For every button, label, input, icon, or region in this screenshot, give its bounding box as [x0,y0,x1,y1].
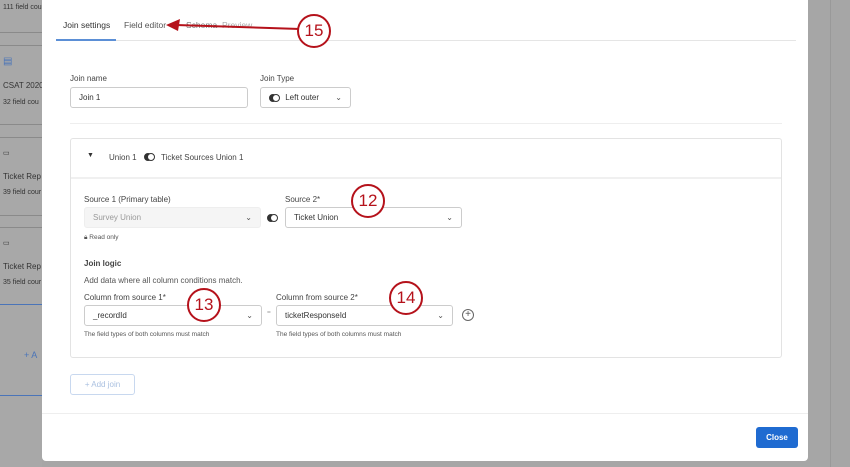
source1-value: Survey Union [93,213,142,222]
join-modal: Join settings Field editor Schema Previe… [42,0,808,461]
bg-add[interactable]: + A [24,350,37,360]
read-only-note: 🔒︎ Read only [84,234,119,241]
chevron-down-icon: ⌄ [246,311,253,320]
equals-sign: = [267,309,271,316]
union-right: Ticket Sources Union 1 [161,153,244,162]
join-type-select[interactable]: Left outer ⌄ [260,87,351,108]
col2-select[interactable]: ticketResponseId ⌄ [276,305,453,326]
ticket-icon: ▭ [3,240,10,247]
col2-hint: The field types of both columns must mat… [276,331,402,338]
join-name-label: Join name [70,74,107,83]
join-type-label: Join Type [260,74,295,83]
left-outer-join-icon [269,93,280,102]
callout-14: 14 [389,281,423,315]
add-join-button[interactable]: + Add join [70,374,135,395]
join-card: ▼ Union 1 Ticket Sources Union 1 Source … [70,138,782,358]
clipboard-icon: ▤ [3,56,13,67]
active-tab-indicator [56,39,116,41]
join-logic-title: Join logic [84,259,122,268]
ticket-icon: ▭ [3,150,10,157]
source2-label: Source 2* [285,195,321,204]
bg-count: 111 field cou [3,4,42,11]
background-list: 111 field cou ▤ CSAT 2020 32 field cou ▭… [0,0,44,467]
join-logic-desc: Add data where all column conditions mat… [84,276,243,285]
col1-hint: The field types of both columns must mat… [84,331,210,338]
bg-count: 35 field cour [3,279,42,286]
add-condition-icon[interactable]: + [462,309,474,321]
col1-label: Column from source 1* [84,293,166,302]
union-left: Union 1 [109,153,137,162]
col1-value: _recordId [93,311,127,320]
chevron-down-icon: ⌄ [446,213,453,222]
join-venn-icon [144,153,155,161]
bg-name: CSAT 2020 [3,81,44,90]
callout-12: 12 [351,184,385,218]
bg-name: Ticket Rep [3,262,41,271]
join-name-input[interactable]: Join 1 [70,87,248,108]
col1-select[interactable]: _recordId ⌄ [84,305,262,326]
bg-name: Ticket Rep [3,172,41,181]
chevron-down-icon: ⌄ [245,213,252,222]
read-only-text: Read only [89,234,119,241]
col2-value: ticketResponseId [285,311,347,320]
join-type-value: Left outer [285,93,320,102]
close-button[interactable]: Close [756,427,798,448]
source1-label: Source 1 (Primary table) [84,195,171,204]
chevron-down-icon: ⌄ [335,93,342,102]
source2-value: Ticket Union [294,213,339,222]
source1-select: Survey Union ⌄ [84,207,261,228]
callout-13: 13 [187,288,221,322]
join-venn-icon [267,214,278,222]
collapse-caret-icon[interactable]: ▼ [87,152,94,159]
callout-15: 15 [297,14,331,48]
col2-label: Column from source 2* [276,293,358,302]
tab-join-settings[interactable]: Join settings [63,20,110,30]
bg-count: 32 field cou [3,99,39,106]
arrow-annotation [166,19,301,31]
bg-count: 39 field cour [3,189,42,196]
tab-field-editor[interactable]: Field editor [124,20,166,30]
chevron-down-icon: ⌄ [437,311,444,320]
